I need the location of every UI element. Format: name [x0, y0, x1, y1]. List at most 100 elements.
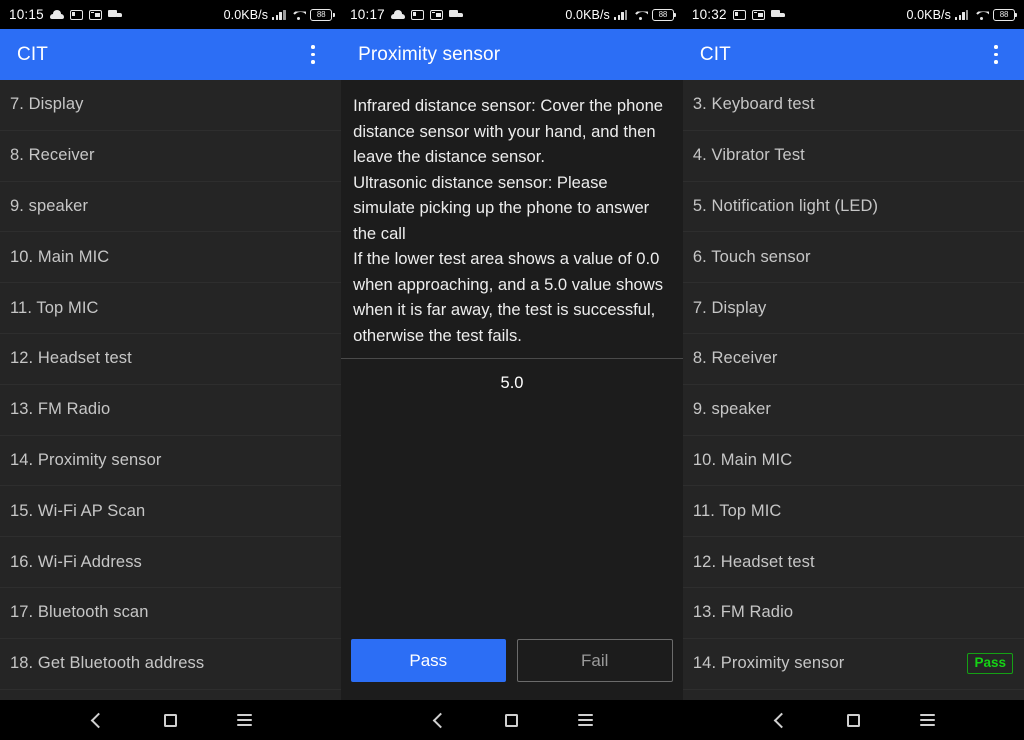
list-item[interactable]: 13. FM Radio [682, 588, 1024, 639]
list-item[interactable]: 10. Main MIC [682, 436, 1024, 487]
list-item-label: 5. Notification light (LED) [692, 196, 879, 215]
list-item-label: 16. Wi-Fi Address [10, 552, 142, 571]
recents-menu-icon[interactable] [227, 703, 261, 737]
status-time: 10:17 [350, 7, 385, 22]
status-bar-right-group: 0.0KB/s 88 [565, 7, 677, 22]
status-bar-right-group: 0.0KB/s 88 [223, 7, 335, 22]
list-item[interactable]: 12. Headset test [0, 334, 342, 385]
status-bar-right: 10:32 0.0KB/s 88 [682, 0, 1024, 29]
truck-icon [448, 9, 463, 20]
proximity-test-body: Infrared distance sensor: Cover the phon… [341, 80, 683, 700]
list-item-label: 9. speaker [10, 196, 89, 215]
list-item[interactable]: 11. Top MIC [682, 486, 1024, 538]
nav-group-right [683, 700, 1024, 740]
back-chevron-icon[interactable] [80, 703, 114, 737]
list-item[interactable]: 18. Get Bluetooth address [0, 639, 342, 690]
list-item-label: 7. Display [10, 95, 84, 114]
list-item-label: 8. Receiver [692, 349, 778, 368]
list-item[interactable]: 3. Keyboard test [682, 80, 1024, 131]
sensor-value: 5.0 [500, 374, 524, 392]
list-item[interactable]: 8. Receiver [682, 334, 1024, 385]
test-list-right[interactable]: 3. Keyboard test 4. Vibrator Test 5. Notif… [682, 80, 1024, 700]
status-bar-mid: 10:17 0.0KB/s 88 [341, 0, 683, 29]
test-list-left[interactable]: 7. Display 8. Receiver 9. speaker 10. Main … [0, 80, 342, 700]
list-item[interactable]: 12. Headset test [682, 537, 1024, 588]
gb-badge-icon [410, 9, 424, 20]
fail-button[interactable]: Fail [516, 639, 673, 682]
status-time: 10:15 [9, 7, 44, 22]
screenshot-root: 10:15 0.0KB/s 88 CIT 7. Display 8. Receiv… [0, 0, 1024, 740]
battery-level-label: 88 [316, 9, 326, 19]
panel-mid-proximity-detail: 10:17 0.0KB/s 88 Proximity sensor Infrar… [341, 0, 683, 700]
recents-menu-icon[interactable] [910, 703, 944, 737]
status-bar-left-group: 10:15 [9, 7, 122, 22]
home-square-icon[interactable] [836, 703, 870, 737]
back-chevron-icon[interactable] [421, 703, 455, 737]
wifi-icon [974, 9, 989, 20]
list-item-label: 13. FM Radio [692, 603, 794, 622]
pass-button[interactable]: Pass [351, 639, 506, 682]
battery-level-label: 88 [658, 9, 668, 19]
list-item[interactable]: 4. Vibrator Test [682, 131, 1024, 182]
list-item[interactable]: 5. Notification light (LED) [682, 182, 1024, 233]
truck-icon [770, 9, 785, 20]
list-item-label: 12. Headset test [692, 552, 815, 571]
page-title: CIT [17, 43, 48, 65]
recents-menu-icon[interactable] [569, 703, 603, 737]
list-item[interactable]: 11. Top MIC [0, 283, 342, 334]
picture-in-picture-icon [429, 9, 443, 20]
list-item[interactable]: 10. Main MIC [0, 232, 342, 284]
network-speed-label: 0.0KB/s [223, 7, 269, 22]
list-item-label: 9. speaker [692, 400, 771, 419]
wifi-icon [291, 9, 306, 20]
nav-group-mid [341, 700, 682, 740]
cloud-icon [49, 10, 64, 19]
list-item-label: 10. Main MIC [692, 450, 793, 469]
status-time: 10:32 [691, 7, 727, 22]
list-item-label: 17. Bluetooth scan [10, 603, 149, 622]
overflow-menu-icon[interactable] [985, 43, 1007, 67]
list-item-label: 14. Proximity sensor [10, 450, 162, 469]
panel-container: 10:15 0.0KB/s 88 CIT 7. Display 8. Receiv… [0, 0, 1024, 700]
list-item[interactable]: 7. Display [0, 80, 342, 131]
list-item[interactable]: 6. Touch sensor [682, 232, 1024, 284]
list-item[interactable]: 14. Proximity sensor Pass [682, 639, 1024, 690]
list-item[interactable]: 9. speaker [682, 385, 1024, 436]
list-item[interactable]: 16. Wi-Fi Address [0, 537, 342, 588]
app-bar-left: CIT [0, 29, 342, 80]
truck-icon [107, 9, 122, 20]
list-item-label: 11. Top MIC [692, 501, 782, 520]
app-bar-right: CIT [682, 29, 1024, 80]
list-item[interactable]: 15. Wi-Fi AP Scan [0, 486, 342, 538]
signal-bars-icon [272, 9, 287, 20]
cloud-icon [390, 10, 405, 19]
list-item-label: 11. Top MIC [10, 298, 99, 317]
list-item[interactable]: 8. Receiver [0, 131, 342, 182]
list-item[interactable]: 9. speaker [0, 182, 342, 233]
battery-icon: 88 [992, 8, 1018, 21]
test-result-buttons: Pass Fail [341, 639, 683, 700]
network-speed-label: 0.0KB/s [565, 7, 610, 22]
page-title: CIT [699, 43, 731, 65]
list-item[interactable]: 14. Proximity sensor [0, 436, 342, 487]
battery-level-label: 88 [999, 9, 1009, 19]
list-item-label: 4. Vibrator Test [692, 146, 805, 165]
picture-in-picture-icon [88, 9, 102, 20]
home-square-icon[interactable] [495, 703, 529, 737]
picture-in-picture-icon [751, 9, 765, 20]
status-bar-left-group: 10:17 [350, 7, 463, 22]
overflow-menu-icon[interactable] [302, 43, 324, 67]
gb-badge-icon [69, 9, 83, 20]
list-item-label: 3. Keyboard test [692, 95, 815, 114]
nav-group-left [0, 700, 341, 740]
back-chevron-icon[interactable] [762, 703, 796, 737]
page-title: Proximity sensor [358, 43, 501, 65]
home-square-icon[interactable] [154, 703, 188, 737]
list-item-label: 13. FM Radio [10, 400, 111, 419]
system-navigation-bar [0, 700, 1024, 740]
sensor-value-area: 5.0 [341, 359, 683, 639]
list-item[interactable]: 7. Display [682, 283, 1024, 334]
list-item-label: 8. Receiver [10, 146, 95, 165]
list-item[interactable]: 17. Bluetooth scan [0, 588, 342, 639]
list-item[interactable]: 13. FM Radio [0, 385, 342, 436]
